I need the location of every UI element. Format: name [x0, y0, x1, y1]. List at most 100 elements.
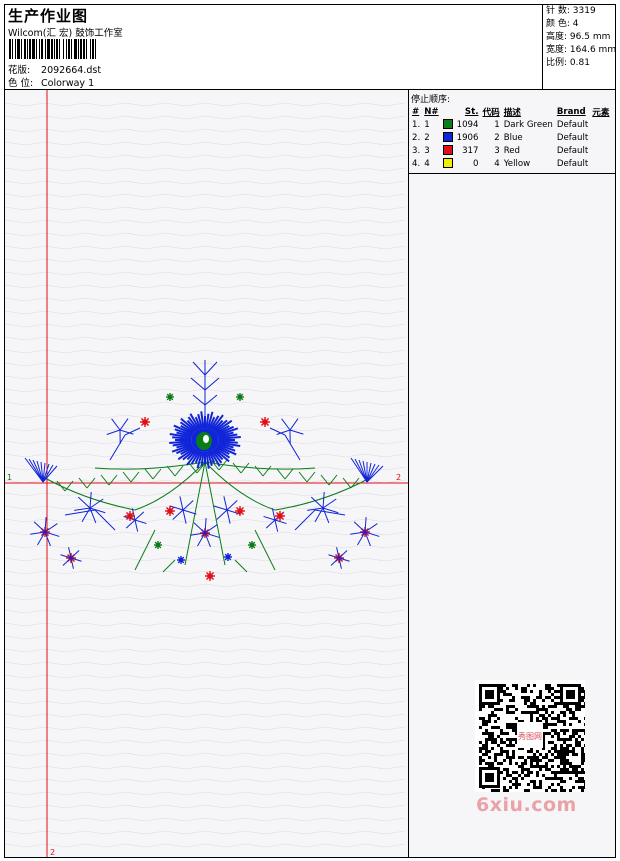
qr-module	[515, 684, 518, 687]
panel-divider	[409, 173, 615, 174]
qr-module	[533, 705, 536, 708]
col-element: 元素	[592, 107, 610, 118]
background-texture	[5, 180, 406, 185]
qr-module	[530, 759, 533, 762]
qr-module	[500, 771, 503, 774]
qr-module	[527, 771, 530, 774]
blue-star	[125, 519, 136, 529]
col-brand: Brand	[556, 106, 586, 117]
row-number: 3	[424, 145, 430, 156]
qr-module	[500, 684, 503, 687]
qr-module	[491, 747, 494, 750]
blue-star	[204, 524, 218, 534]
qr-module	[536, 711, 539, 714]
row-element	[590, 118, 611, 131]
qr-module	[512, 729, 515, 732]
qr-module	[578, 705, 581, 708]
qr-module	[584, 729, 587, 732]
qr-module	[512, 744, 515, 747]
qr-module	[506, 732, 509, 735]
qr-module	[530, 711, 533, 714]
blue-star	[197, 532, 206, 547]
leaf-stitch	[284, 468, 294, 480]
background-texture	[5, 323, 406, 328]
qr-module	[548, 732, 551, 735]
row-stitches: 0	[473, 158, 479, 169]
blue-star	[37, 531, 46, 546]
stat-stitches: 针 数: 3319	[546, 6, 596, 16]
qr-module	[545, 711, 548, 714]
qr-module	[500, 729, 503, 732]
qr-module	[575, 774, 578, 777]
qr-module	[560, 744, 563, 747]
qr-module	[551, 699, 554, 702]
background-texture	[5, 284, 406, 289]
qr-module	[539, 753, 542, 756]
col-description: 描述	[503, 107, 521, 118]
qr-module	[527, 696, 530, 699]
qr-module	[524, 789, 527, 792]
qr-module	[563, 759, 566, 762]
qr-module	[506, 711, 509, 714]
branch-stitch	[284, 434, 301, 461]
qr-module	[497, 762, 500, 765]
qr-module	[533, 702, 536, 705]
qr-module	[545, 708, 548, 711]
red-dot	[207, 573, 213, 579]
row-index: 2.	[412, 132, 421, 143]
branch-stitch	[294, 509, 316, 531]
qr-module	[566, 768, 569, 771]
qr-module	[560, 768, 563, 771]
qr-module	[557, 702, 560, 705]
qr-module	[524, 759, 527, 762]
qr-module	[551, 759, 554, 762]
header: 生产作业图 Wilcom(汇 宏) 鼓饰工作室 花版: 2092664.dst …	[5, 5, 542, 89]
table-row: 4. 4 0 4 Yellow Default	[410, 157, 611, 170]
qr-module	[584, 705, 587, 708]
vine-stitch	[254, 529, 276, 571]
qr-module	[554, 777, 557, 780]
qr-module	[545, 687, 548, 690]
qr-module	[506, 723, 509, 726]
design-row: 花版: 2092664.dst	[8, 62, 101, 76]
background-texture	[5, 804, 406, 809]
qr-module	[512, 726, 515, 729]
qr-center-logo: 秀图网	[518, 731, 542, 741]
qr-module	[557, 771, 560, 774]
color-swatch	[442, 132, 453, 143]
color-swatch	[442, 145, 453, 156]
col-number: N#	[424, 106, 439, 117]
qr-module	[509, 759, 512, 762]
qr-module	[539, 708, 542, 711]
qr-module	[551, 717, 554, 720]
background-texture	[5, 271, 406, 276]
background-texture	[5, 791, 406, 796]
qr-module	[506, 744, 509, 747]
qr-module	[521, 687, 524, 690]
qr-module	[560, 771, 563, 774]
qr-module	[539, 786, 542, 789]
qr-module	[572, 729, 575, 732]
qr-module	[509, 699, 512, 702]
qr-module	[563, 768, 566, 771]
qr-module	[485, 690, 494, 699]
qr-module	[581, 747, 584, 750]
qr-module	[548, 714, 551, 717]
qr-module	[521, 771, 524, 774]
qr-module	[581, 789, 584, 792]
qr-module	[527, 774, 530, 777]
qr-module	[536, 696, 539, 699]
qr-module	[542, 714, 545, 717]
qr-module	[584, 780, 587, 783]
qr-module	[509, 786, 512, 789]
qr-module	[533, 756, 536, 759]
qr-module	[548, 741, 551, 744]
qr-module	[530, 765, 533, 768]
qr-module	[512, 771, 515, 774]
qr-module	[509, 726, 512, 729]
qr-module	[554, 756, 557, 759]
background-texture	[5, 830, 406, 835]
qr-module	[521, 762, 524, 765]
barcode	[9, 39, 143, 59]
qr-module	[557, 753, 560, 756]
